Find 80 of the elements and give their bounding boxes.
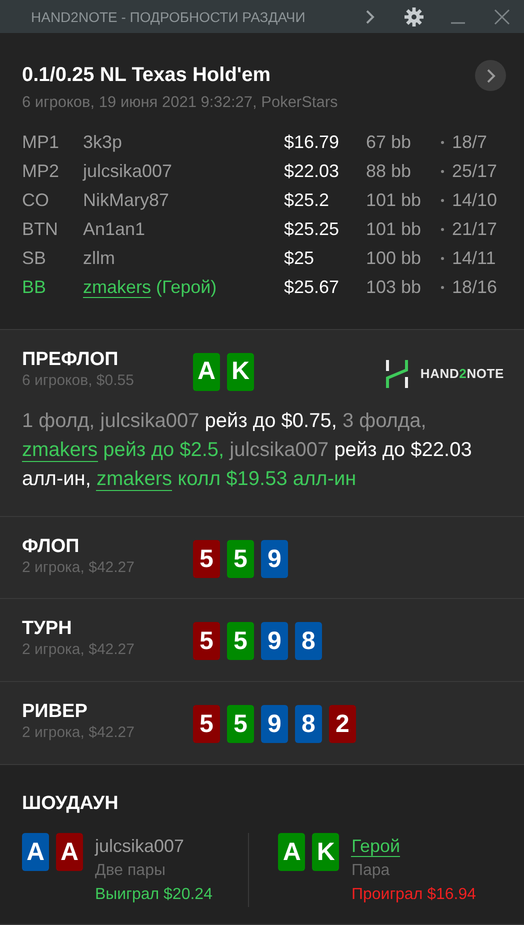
stack-bb: 101 bb bbox=[366, 189, 422, 212]
street-info: 2 игрока, $42.27 bbox=[22, 641, 136, 660]
playing-card: 5 bbox=[227, 622, 254, 660]
player-name: julcsika007 bbox=[95, 835, 186, 858]
seat-position: MP2 bbox=[22, 160, 60, 183]
street-title: ФЛОП bbox=[22, 535, 80, 560]
playing-card: K bbox=[227, 352, 254, 391]
player-stats: 18/7 bbox=[452, 131, 488, 154]
stack-amount: $25.25 bbox=[284, 218, 340, 241]
playing-card: 9 bbox=[261, 540, 288, 578]
player-name: NikMary87 bbox=[83, 189, 170, 212]
seat-position: BB bbox=[22, 276, 48, 299]
player-link[interactable]: Герой bbox=[351, 836, 400, 858]
player-stats: 14/11 bbox=[452, 247, 497, 270]
playing-card: A bbox=[193, 352, 220, 391]
window-title: HAND2NOTE - ПОДРОБНОСТИ РАЗДАЧИ bbox=[31, 8, 306, 24]
hand-combination: Пара bbox=[351, 861, 391, 882]
player-link[interactable]: zmakers bbox=[83, 277, 152, 298]
hand-combination: Две пары bbox=[95, 861, 166, 882]
stack-bb: 103 bb bbox=[366, 276, 422, 299]
playing-card: 5 bbox=[227, 705, 254, 744]
separator-dot-icon bbox=[440, 286, 444, 288]
result-amount: Выиграл $20.24 bbox=[95, 885, 212, 906]
stack-amount: $25 bbox=[284, 247, 316, 270]
next-hand-button[interactable] bbox=[475, 60, 506, 91]
chevron-right-icon bbox=[486, 68, 496, 82]
player-link[interactable]: zmakers bbox=[22, 438, 98, 462]
player-name: 3k3p bbox=[83, 131, 124, 154]
hand-subtitle: 6 игроков, 19 июня 2021 9:32:27, PokerStars bbox=[22, 94, 339, 112]
separator-dot-icon bbox=[440, 140, 444, 144]
street-title: ТУРН bbox=[22, 617, 73, 642]
street-title: РИВЕР bbox=[22, 700, 88, 724]
stack-amount: $25.67 bbox=[284, 276, 340, 299]
stack-bb: 101 bb bbox=[366, 218, 422, 241]
stack-bb: 67 bb bbox=[366, 131, 412, 154]
player-stats: 21/17 bbox=[452, 218, 498, 241]
playing-card: 5 bbox=[193, 705, 220, 744]
seat-position: SB bbox=[22, 247, 48, 270]
player-stats: 25/17 bbox=[452, 160, 498, 183]
player-name: An1an1 bbox=[83, 218, 146, 241]
stack-amount: $22.03 bbox=[284, 160, 340, 183]
seat-position: MP1 bbox=[22, 131, 60, 154]
showdown-title: ШОУДАУН bbox=[22, 792, 120, 816]
playing-card: 2 bbox=[329, 705, 356, 744]
playing-card: 9 bbox=[261, 705, 288, 744]
separator-dot-icon bbox=[440, 198, 444, 202]
action-log: 1 фолд, julcsika007 рейз до $0.75, 3 фолда, zmakers рейз до $2.5, julcsika007 рейз до $22.03 алл-ин, zmakers колл $19.53 алл-ин bbox=[22, 408, 473, 493]
separator-dot-icon bbox=[440, 256, 444, 260]
stack-bb: 88 bb bbox=[366, 160, 412, 183]
player-stats: 14/10 bbox=[452, 189, 498, 212]
logo-icon bbox=[386, 360, 408, 388]
player-link[interactable]: zmakers bbox=[96, 468, 172, 491]
playing-card: 5 bbox=[193, 540, 220, 578]
playing-card: K bbox=[312, 833, 340, 872]
stack-bb: 100 bb bbox=[366, 247, 422, 270]
stack-amount: $25.2 bbox=[284, 189, 330, 212]
hero-label: (Герой) bbox=[155, 277, 217, 297]
street-info: 6 игроков, $0.55 bbox=[22, 372, 135, 390]
street-info: 2 игрока, $42.27 bbox=[22, 559, 136, 578]
playing-card: 8 bbox=[295, 622, 322, 660]
playing-card: 5 bbox=[227, 540, 254, 578]
logo-text: HAND2NOTE bbox=[420, 366, 504, 382]
playing-card: A bbox=[278, 833, 306, 872]
stack-amount: $16.79 bbox=[284, 131, 340, 154]
separator-dot-icon bbox=[440, 228, 444, 230]
seat-position: BTN bbox=[22, 218, 59, 241]
player-stats: 18/16 bbox=[452, 276, 498, 299]
playing-card: 8 bbox=[295, 705, 322, 744]
playing-card: 9 bbox=[261, 622, 288, 660]
separator-dot-icon bbox=[440, 170, 444, 172]
playing-card: 5 bbox=[193, 622, 220, 660]
playing-card: A bbox=[22, 833, 49, 872]
result-amount: Проиграл $16.94 bbox=[351, 885, 476, 906]
player-name: julcsika007 bbox=[83, 160, 174, 183]
player-name: zllm bbox=[83, 247, 116, 270]
hand-title: 0.1/0.25 NL Texas Hold'em bbox=[22, 64, 271, 87]
street-info: 2 игрока, $42.27 bbox=[22, 724, 136, 742]
street-title: ПРЕФЛОП bbox=[22, 348, 120, 372]
seat-position: CO bbox=[22, 189, 50, 212]
playing-card: A bbox=[56, 833, 83, 872]
